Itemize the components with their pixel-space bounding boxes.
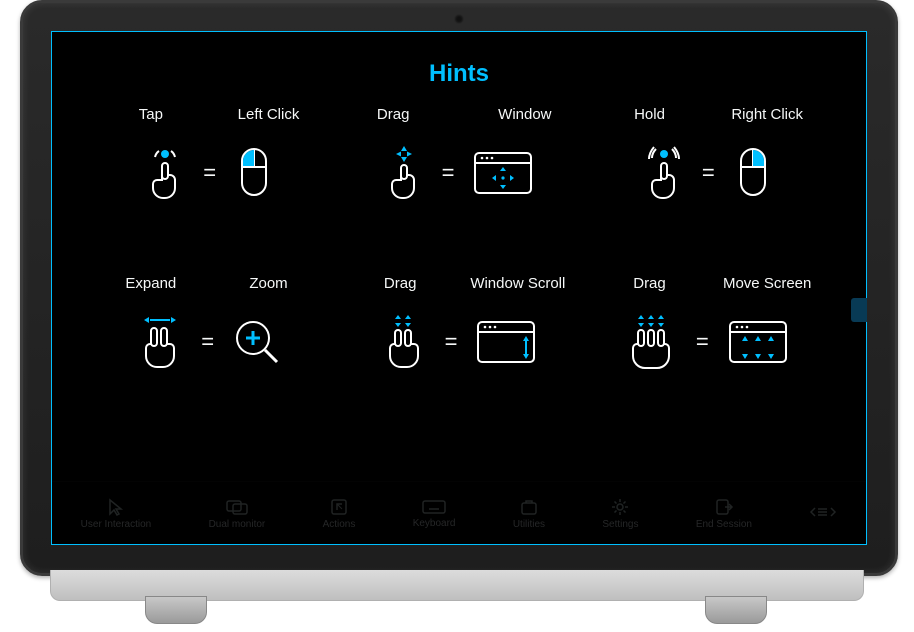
toolbar-label: Actions: [323, 519, 356, 530]
result-label: Right Click: [708, 106, 826, 123]
toolbar-user-interaction[interactable]: User Interaction: [81, 497, 152, 530]
foot-left: [145, 596, 207, 624]
equals-sign: =: [696, 329, 709, 355]
toolbar-end-session[interactable]: End Session: [696, 497, 752, 530]
toolbar-utilities[interactable]: Utilities: [513, 497, 545, 530]
side-tab[interactable]: [851, 298, 867, 322]
gesture-label: Expand: [92, 275, 210, 292]
gesture-label: Drag: [341, 106, 445, 123]
camera-dot: [454, 14, 464, 24]
pinch-expand-icon: [137, 314, 183, 370]
two-finger-scroll-icon: [381, 314, 427, 370]
toolbar-label: End Session: [696, 519, 752, 530]
hold-finger-icon: [644, 145, 684, 201]
equals-sign: =: [442, 160, 455, 186]
window-move-arrows-icon: [727, 319, 789, 365]
equals-sign: =: [203, 160, 216, 186]
zoom-magnifier-icon: [232, 317, 282, 367]
hint-move-screen: Drag Move Screen: [591, 275, 826, 426]
foot-right: [705, 596, 767, 624]
drag-finger-icon: [384, 145, 424, 201]
toolbar-expand-panel[interactable]: [809, 504, 837, 522]
toolbar-actions[interactable]: Actions: [323, 497, 356, 530]
mouse-left-click-icon: [234, 145, 274, 201]
gesture-label: Drag: [341, 275, 459, 292]
toolbar-label: User Interaction: [81, 519, 152, 530]
toolbar-settings[interactable]: Settings: [602, 497, 638, 530]
hint-hold: Hold Right Click: [591, 106, 826, 257]
window-scroll-icon: [475, 319, 537, 365]
equals-sign: =: [201, 329, 214, 355]
tap-finger-icon: [145, 145, 185, 201]
hint-window-scroll: Drag Window Scroll: [341, 275, 576, 426]
toolbar-dual-monitor[interactable]: Dual monitor: [209, 497, 266, 530]
result-label: Left Click: [210, 106, 328, 123]
hints-grid: Tap Left Click =: [52, 88, 866, 426]
hint-tap: Tap Left Click =: [92, 106, 327, 257]
three-finger-drag-icon: [628, 314, 678, 370]
toolbar-label: Dual monitor: [209, 519, 266, 530]
result-label: Window: [473, 106, 577, 123]
equals-sign: =: [702, 160, 715, 186]
result-label: Window Scroll: [459, 275, 577, 292]
mouse-right-click-icon: [733, 145, 773, 201]
toolbar-keyboard[interactable]: Keyboard: [413, 498, 456, 529]
equals-sign: =: [445, 329, 458, 355]
laptop-frame: Hints Tap Left Click: [0, 0, 914, 632]
window-move-icon: [472, 150, 534, 196]
gesture-label: Drag: [591, 275, 709, 292]
toolbar-label: Keyboard: [413, 518, 456, 529]
gesture-label: Hold: [591, 106, 709, 123]
result-label: Zoom: [210, 275, 328, 292]
screen: Hints Tap Left Click: [51, 31, 867, 545]
hint-expand: Expand Zoom: [92, 275, 327, 426]
hint-drag-window: Drag Window: [341, 106, 576, 257]
page-title: Hints: [52, 32, 866, 88]
bottom-toolbar: User Interaction Dual monitor Actions Ke…: [52, 481, 866, 544]
toolbar-label: Settings: [602, 519, 638, 530]
bezel: Hints Tap Left Click: [20, 0, 898, 576]
gesture-label: Tap: [92, 106, 210, 123]
result-label: Move Screen: [708, 275, 826, 292]
toolbar-label: Utilities: [513, 519, 545, 530]
